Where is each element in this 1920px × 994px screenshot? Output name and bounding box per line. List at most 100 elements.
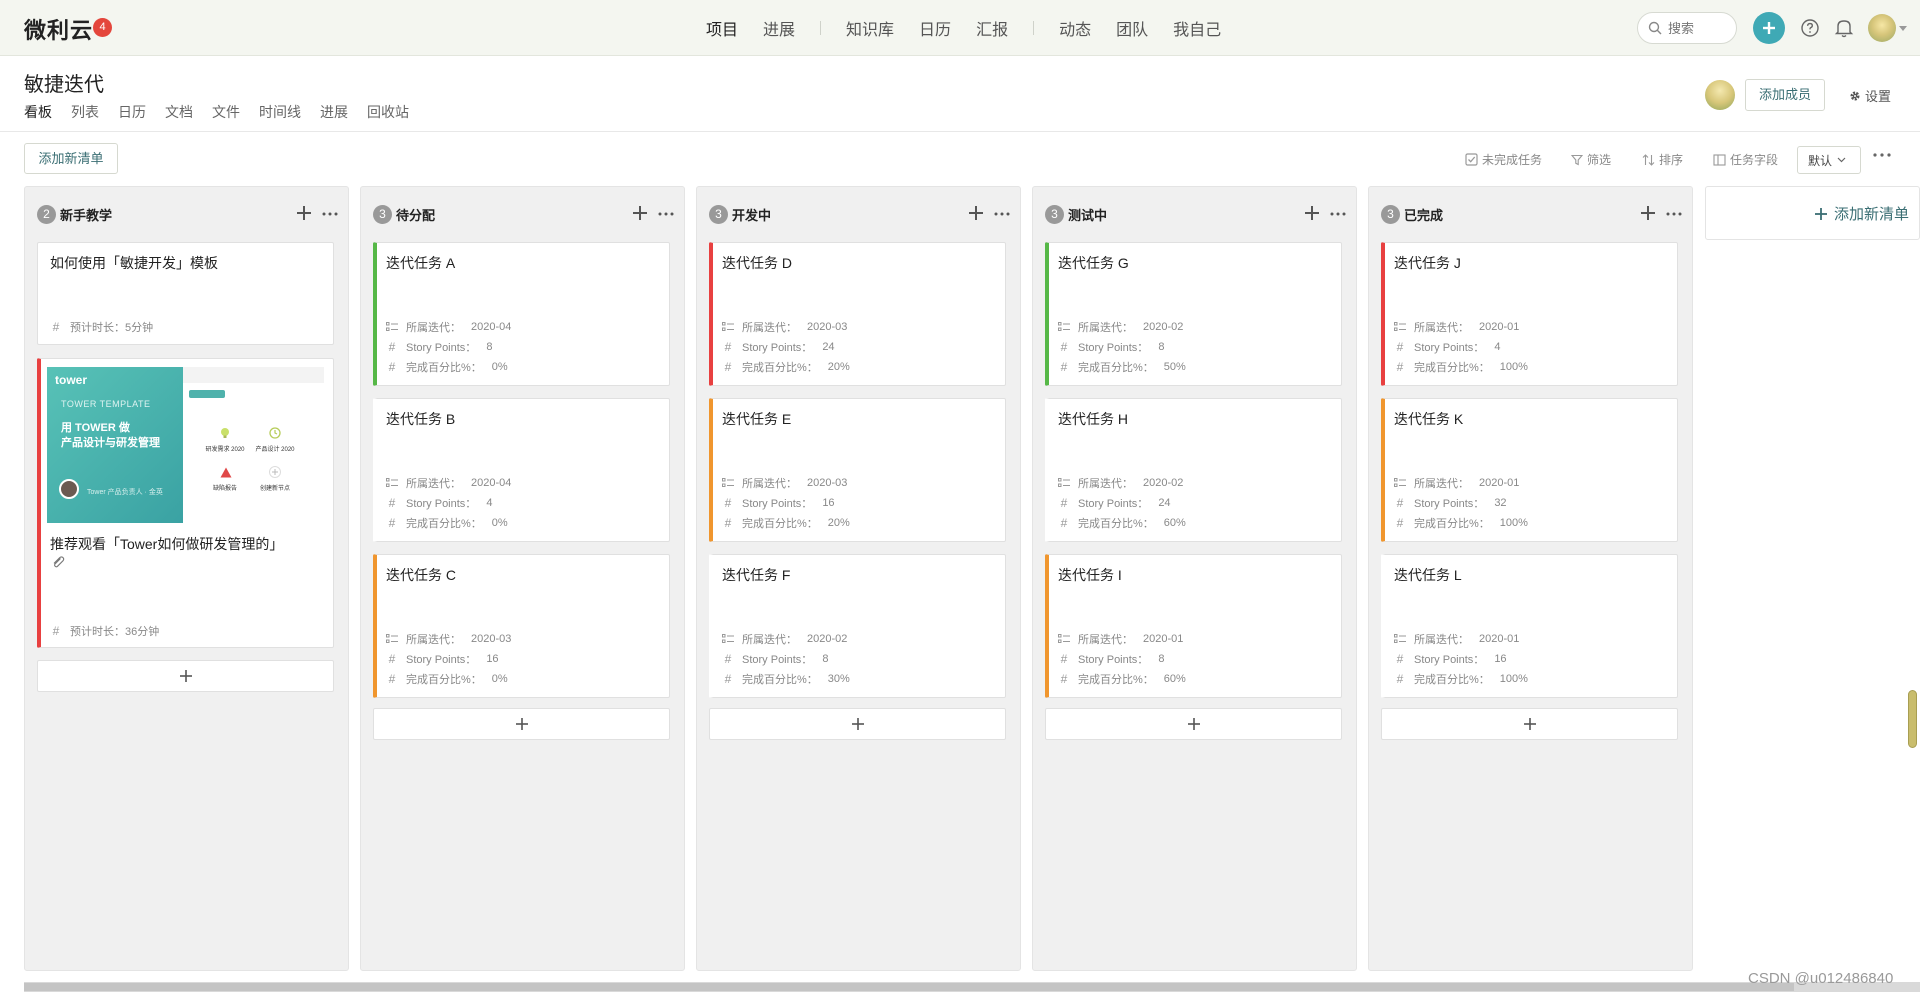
hash-icon: # — [1060, 360, 1068, 374]
sort-icon — [1642, 153, 1655, 166]
incomplete-tasks-toggle[interactable]: 未完成任务 — [1465, 151, 1542, 168]
field-label: Story Points： — [406, 342, 477, 354]
add-member-button[interactable]: 添加成员 — [1745, 79, 1825, 111]
hash-icon: # — [1396, 496, 1404, 510]
task-card[interactable]: 迭代任务 K 所属迭代： 2020-01 # Story Points： 32 … — [1381, 398, 1678, 542]
add-task-icon[interactable] — [296, 205, 312, 221]
task-card[interactable]: 迭代任务 J 所属迭代： 2020-01 # Story Points： 4 #… — [1381, 242, 1678, 386]
task-title: 迭代任务 F — [722, 567, 791, 583]
field-label: 完成百分比%： — [406, 362, 482, 374]
search-box[interactable] — [1637, 12, 1737, 44]
add-list-button[interactable]: 添加新清单 — [24, 143, 118, 174]
nav-item-projects[interactable]: 项目 — [706, 16, 738, 40]
field-value: 36分钟 — [125, 626, 160, 638]
nav-item-reports[interactable]: 汇报 — [976, 16, 1008, 40]
add-task-icon[interactable] — [968, 205, 984, 221]
field-label: 完成百分比%： — [742, 518, 818, 530]
task-title: 推荐观看「Tower如何做研发管理的」 — [50, 536, 284, 552]
tab-timeline[interactable]: 时间线 — [259, 102, 301, 122]
add-task-button[interactable] — [1045, 708, 1342, 740]
nav-item-knowledge-base[interactable]: 知识库 — [846, 16, 894, 40]
column-more-icon[interactable] — [1330, 212, 1346, 216]
task-field-percent: # 完成百分比%： 0% — [386, 359, 508, 375]
bell-icon[interactable] — [1834, 17, 1854, 39]
field-value: 2020-01 — [1479, 477, 1520, 489]
column-more-icon[interactable] — [322, 212, 338, 216]
brand-logo[interactable]: 微利云 — [24, 13, 93, 45]
user-avatar[interactable] — [1868, 14, 1896, 42]
nav-item-me[interactable]: 我自己 — [1173, 16, 1221, 40]
add-task-icon[interactable] — [1640, 205, 1656, 221]
help-icon[interactable] — [1800, 18, 1820, 38]
field-label: 所属迭代： — [1078, 322, 1133, 334]
task-card[interactable]: 迭代任务 H 所属迭代： 2020-02 # Story Points： 24 … — [1045, 398, 1342, 542]
add-task-button[interactable] — [37, 660, 334, 692]
field-label: Story Points： — [406, 498, 477, 510]
task-card[interactable]: 迭代任务 C 所属迭代： 2020-03 # Story Points： 16 … — [373, 554, 670, 698]
video-thumbnail[interactable]: tower TOWER TEMPLATE 用 TOWER 做 产品设计与研发管理… — [47, 367, 324, 523]
side-scroll-handle[interactable] — [1908, 690, 1917, 748]
column-more-icon[interactable] — [658, 212, 674, 216]
search-input[interactable] — [1668, 19, 1728, 37]
task-card[interactable]: 迭代任务 B 所属迭代： 2020-04 # Story Points： 4 #… — [373, 398, 670, 542]
task-field-story-points: # Story Points： 4 — [1394, 339, 1501, 355]
field-label: 所属迭代： — [1078, 478, 1133, 490]
hash-icon: # — [724, 652, 732, 666]
tab-board[interactable]: 看板 — [24, 102, 52, 122]
nav-item-progress[interactable]: 进展 — [763, 16, 795, 40]
nav-item-team[interactable]: 团队 — [1116, 16, 1148, 40]
create-button[interactable] — [1753, 12, 1785, 44]
filter-button[interactable]: 筛选 — [1571, 151, 1611, 168]
hash-icon: # — [1396, 516, 1404, 530]
tab-docs[interactable]: 文档 — [165, 102, 193, 122]
field-value: 60% — [1163, 517, 1186, 529]
horizontal-scrollbar-thumb[interactable] — [24, 983, 1794, 991]
presenter-avatar — [59, 479, 79, 499]
add-task-button[interactable] — [709, 708, 1006, 740]
task-fields-button[interactable]: 任务字段 — [1713, 151, 1778, 168]
tab-calendar[interactable]: 日历 — [118, 102, 146, 122]
task-card[interactable]: 迭代任务 I 所属迭代： 2020-01 # Story Points： 8 #… — [1045, 554, 1342, 698]
add-task-icon[interactable] — [1304, 205, 1320, 221]
nav-item-activity[interactable]: 动态 — [1059, 16, 1091, 40]
task-card[interactable]: tower TOWER TEMPLATE 用 TOWER 做 产品设计与研发管理… — [37, 358, 334, 648]
task-card[interactable]: 迭代任务 F 所属迭代： 2020-02 # Story Points： 8 #… — [709, 554, 1006, 698]
plus-icon — [851, 718, 864, 730]
add-list-link[interactable]: 添加新清单 — [1814, 203, 1909, 224]
column-more-icon[interactable] — [1666, 212, 1682, 216]
task-card[interactable]: 迭代任务 E 所属迭代： 2020-03 # Story Points： 16 … — [709, 398, 1006, 542]
add-task-button[interactable] — [373, 708, 670, 740]
hash-icon: # — [1396, 360, 1404, 374]
more-icon[interactable] — [1873, 153, 1891, 157]
member-avatar[interactable] — [1705, 80, 1735, 110]
add-list-label: 添加新清单 — [1834, 206, 1910, 223]
view-select[interactable]: 默认 — [1797, 146, 1861, 174]
sort-button[interactable]: 排序 — [1642, 151, 1683, 168]
task-card[interactable]: 迭代任务 D 所属迭代： 2020-03 # Story Points： 24 … — [709, 242, 1006, 386]
task-card[interactable]: 迭代任务 G 所属迭代： 2020-02 # Story Points： 8 #… — [1045, 242, 1342, 386]
column-title: 已完成 — [1404, 207, 1444, 223]
task-card[interactable]: 如何使用「敏捷开发」模板 # 预计时长： 5分钟 — [37, 242, 334, 345]
nav-item-calendar[interactable]: 日历 — [919, 16, 951, 40]
add-task-icon[interactable] — [632, 205, 648, 221]
add-task-button[interactable] — [1381, 708, 1678, 740]
column-more-icon[interactable] — [994, 212, 1010, 216]
chevron-down-icon[interactable] — [1899, 26, 1907, 31]
tab-list[interactable]: 列表 — [71, 102, 99, 122]
task-field-story-points: # Story Points： 8 — [386, 339, 493, 355]
notification-count-badge[interactable]: 4 — [93, 18, 112, 37]
task-fields-label: 任务字段 — [1730, 153, 1779, 167]
tab-trash[interactable]: 回收站 — [367, 102, 409, 122]
add-list-panel[interactable]: 添加新清单 — [1705, 186, 1920, 240]
tab-files[interactable]: 文件 — [212, 102, 240, 122]
task-field-duration: # 预计时长： 36分钟 — [50, 623, 160, 639]
task-title: 迭代任务 D — [722, 255, 792, 271]
field-label: 所属迭代： — [406, 322, 461, 334]
field-value: 24 — [1158, 497, 1171, 509]
settings-button[interactable]: 设置 — [1848, 86, 1891, 105]
main-nav: 项目 进展 知识库 日历 汇报 动态 团队 我自己 — [706, 17, 1246, 39]
task-card[interactable]: 迭代任务 L 所属迭代： 2020-01 # Story Points： 16 … — [1381, 554, 1678, 698]
task-card[interactable]: 迭代任务 A 所属迭代： 2020-04 # Story Points： 8 #… — [373, 242, 670, 386]
tab-progress[interactable]: 进展 — [320, 102, 348, 122]
hash-icon: # — [388, 340, 396, 354]
